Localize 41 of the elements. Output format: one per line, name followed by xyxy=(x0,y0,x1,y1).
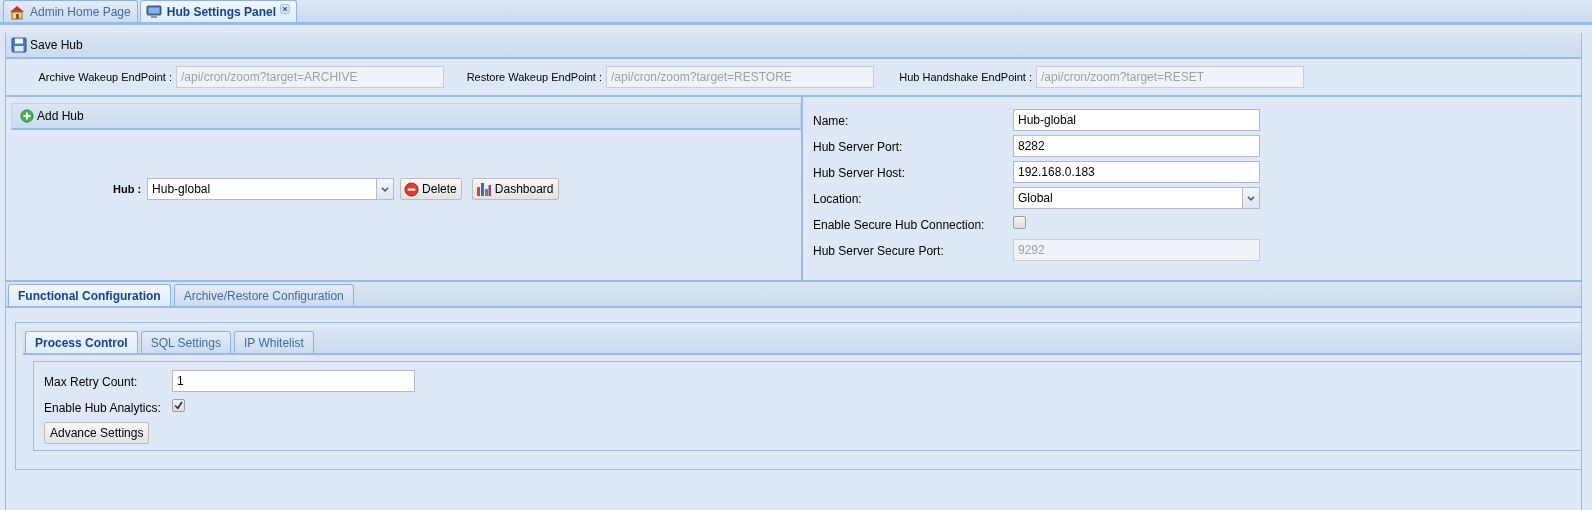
text-field[interactable]: Hub-global xyxy=(1013,109,1260,131)
field-label: Archive Wakeup EndPoint : xyxy=(37,69,173,85)
tab[interactable]: IP Whitelist xyxy=(233,331,314,353)
field-label: Max Retry Count: xyxy=(44,374,139,391)
minus-icon xyxy=(404,181,420,197)
chevron-down-icon xyxy=(380,184,391,194)
tab[interactable]: SQL Settings xyxy=(140,331,231,353)
add-icon xyxy=(20,109,34,123)
save-icon xyxy=(11,37,27,53)
delete-button[interactable]: Delete xyxy=(400,178,462,200)
tab[interactable]: Functional Configuration xyxy=(8,284,171,306)
tab[interactable]: Hub Settings Panel xyxy=(139,0,298,22)
tab[interactable]: Archive/Restore Configuration xyxy=(173,284,354,306)
tab[interactable]: Process Control xyxy=(25,331,138,353)
close-icon[interactable] xyxy=(280,4,291,14)
text-field[interactable]: 192.168.0.183 xyxy=(1013,161,1260,183)
checkbox[interactable] xyxy=(172,399,185,412)
field-label: Hub Server Secure Port: xyxy=(813,243,945,260)
home-icon xyxy=(8,3,26,20)
save-button[interactable]: Save Hub xyxy=(9,35,85,55)
field-label: Name: xyxy=(813,113,850,130)
bar-chart-icon xyxy=(475,181,492,197)
monitor-icon xyxy=(144,3,163,20)
text-field[interactable]: 1 xyxy=(172,370,415,392)
advance-settings-button[interactable]: Advance Settings xyxy=(44,422,150,444)
hub-dropdown[interactable]: Hub-global xyxy=(147,178,395,200)
field-label: Hub Server Port: xyxy=(813,139,904,156)
field-label: Enable Hub Analytics: xyxy=(44,400,162,417)
field-label: Hub Handshake EndPoint : xyxy=(898,69,1033,85)
add-hub-button[interactable]: Add Hub xyxy=(18,106,86,126)
chevron-down-icon xyxy=(1246,193,1256,203)
field-label: Enable Secure Hub Connection: xyxy=(813,217,986,234)
tab[interactable]: Admin Home Page xyxy=(3,0,138,22)
field-label: Hub Server Host: xyxy=(813,165,907,182)
field-label: Hub : xyxy=(113,181,142,197)
dashboard-button[interactable]: Dashboard xyxy=(471,178,559,200)
field-label: Restore Wakeup EndPoint : xyxy=(465,69,603,85)
field-label: Location: xyxy=(813,191,863,208)
checkbox[interactable] xyxy=(1013,216,1026,229)
dropdown-field[interactable]: Global xyxy=(1013,187,1260,209)
text-field[interactable]: 8282 xyxy=(1013,135,1260,157)
